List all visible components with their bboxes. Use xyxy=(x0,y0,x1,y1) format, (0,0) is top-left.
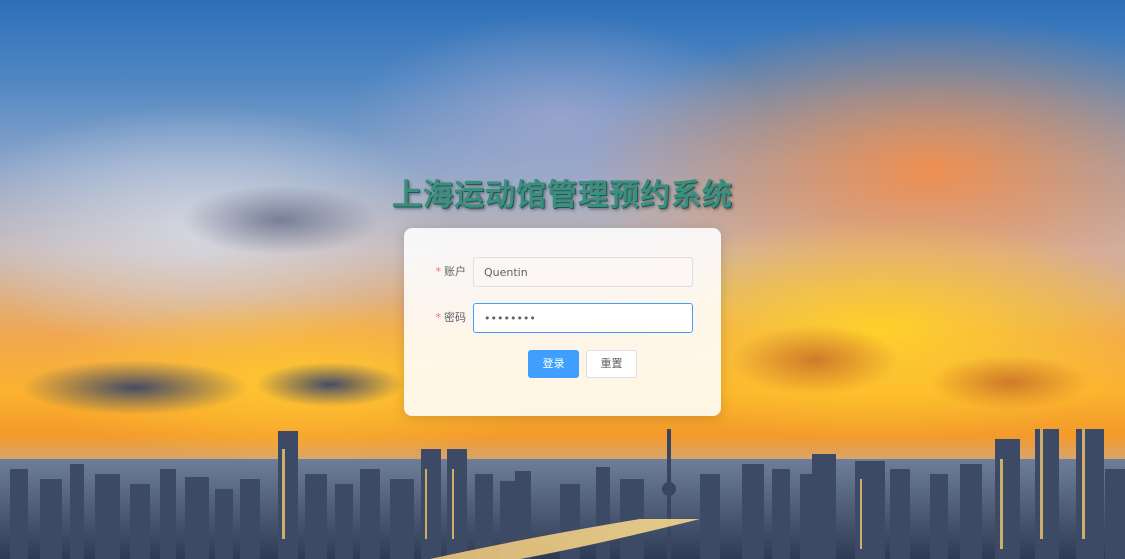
password-row: * 密码 xyxy=(404,303,721,333)
city-skyline-image xyxy=(0,429,1125,559)
background-cloud xyxy=(20,360,250,415)
login-page: 上海运动馆管理预约系统 *账户 *密码 登录 重置 xyxy=(0,0,1125,559)
password-label-text: 密码 xyxy=(444,311,466,324)
account-row: * 账户 xyxy=(404,257,721,287)
background-cloud xyxy=(730,325,900,395)
background-cloud xyxy=(255,362,405,407)
required-mark: * xyxy=(435,311,442,324)
required-mark: * xyxy=(435,265,442,278)
login-button[interactable]: 登录 xyxy=(528,350,579,378)
login-form-card: *账户 *密码 登录 重置 xyxy=(404,228,721,416)
account-label: * 账户 xyxy=(426,257,467,287)
password-input[interactable] xyxy=(473,303,693,333)
background-cloud xyxy=(930,355,1090,410)
password-label: * 密码 xyxy=(426,303,467,333)
page-title: 上海运动馆管理预约系统 xyxy=(392,178,733,213)
account-input[interactable] xyxy=(473,257,693,287)
account-label-text: 账户 xyxy=(444,265,466,278)
reset-button[interactable]: 重置 xyxy=(586,350,637,378)
